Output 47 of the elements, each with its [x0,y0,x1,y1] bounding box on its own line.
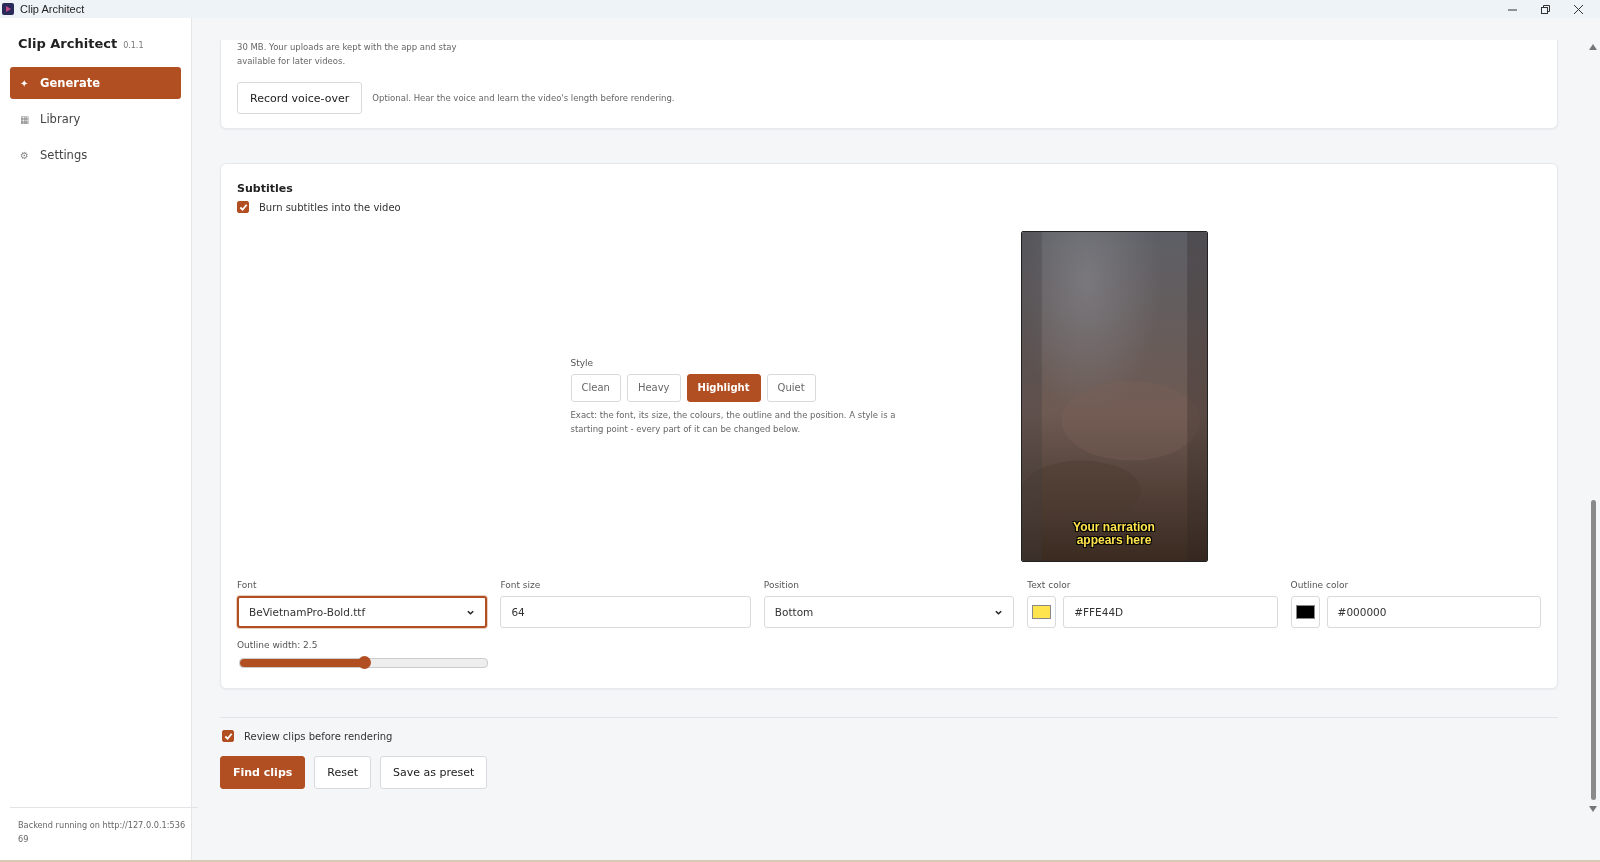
style-option[interactable]: Highlight [686,373,761,402]
font-select[interactable]: BeVietnamPro-Bold.ttf [237,596,488,628]
close-icon[interactable] [1573,3,1584,15]
slider-thumb[interactable] [357,656,371,669]
color-swatch[interactable] [1290,596,1320,628]
style-option[interactable]: Heavy [626,373,681,402]
app-name: Clip Architect [18,36,118,51]
app-logo-icon [2,3,14,15]
upload-note: 30 MB. Your uploads are kept with the app and stay [237,41,458,54]
field-label: Font [237,580,258,590]
record-voice-over-button[interactable]: Record voice-over [237,82,363,114]
action-button[interactable]: Reset [314,756,372,789]
style-option[interactable]: Clean [570,373,621,402]
checkbox[interactable] [237,201,249,213]
sidebar-item[interactable]: ▦ Library [10,103,181,135]
version-label: 0.1.1 [123,41,144,50]
position-select[interactable]: Bottom [763,596,1015,628]
outline-width-slider[interactable] [239,658,488,668]
checkbox-label: Review clips before rendering [244,730,393,742]
color-swatch[interactable] [1027,596,1057,628]
restore-icon[interactable] [1540,3,1551,15]
sidebar-item[interactable]: ⚙ Settings [10,139,181,171]
field-label: Outline color [1290,580,1350,590]
backend-status: Backend running on http://127.0.0.1:53669 [10,807,198,860]
scrollbar-thumb[interactable] [1590,500,1596,800]
color-input[interactable]: #FFE44D [1063,596,1278,628]
help-text: Exact: the font, its size, the colours, the outline and the position. A style is a starting point - every part of it can be changed below. [570,408,897,436]
field-label: Text color [1027,580,1072,590]
section-title: Subtitles [237,182,294,195]
font-size-input[interactable]: 64 [500,596,751,628]
slider-label: Outline width: 2.5 [237,640,319,650]
field-label: Position [763,580,800,590]
style-option[interactable]: Quiet [766,373,816,402]
color-input[interactable]: #000000 [1326,596,1541,628]
field-label: Style [570,357,595,368]
scroll-down-icon[interactable] [1589,806,1597,812]
upload-note: available for later videos. [237,55,347,68]
window-title: Clip Architect [20,3,85,15]
checkbox-label: Burn subtitles into the video [259,201,401,213]
subtitle-caption: Your narration appears here [1072,521,1156,547]
scroll-up-icon[interactable] [1589,44,1597,50]
hint-text: Optional. Hear the voice and learn the video's length before rendering. [372,93,675,103]
action-button[interactable]: Save as preset [380,756,488,789]
checkbox[interactable] [222,730,234,742]
find-clips-button[interactable]: Find clips [220,756,306,789]
field-label: Font size [500,580,542,590]
sidebar-item[interactable]: ✦ Generate [10,67,181,99]
